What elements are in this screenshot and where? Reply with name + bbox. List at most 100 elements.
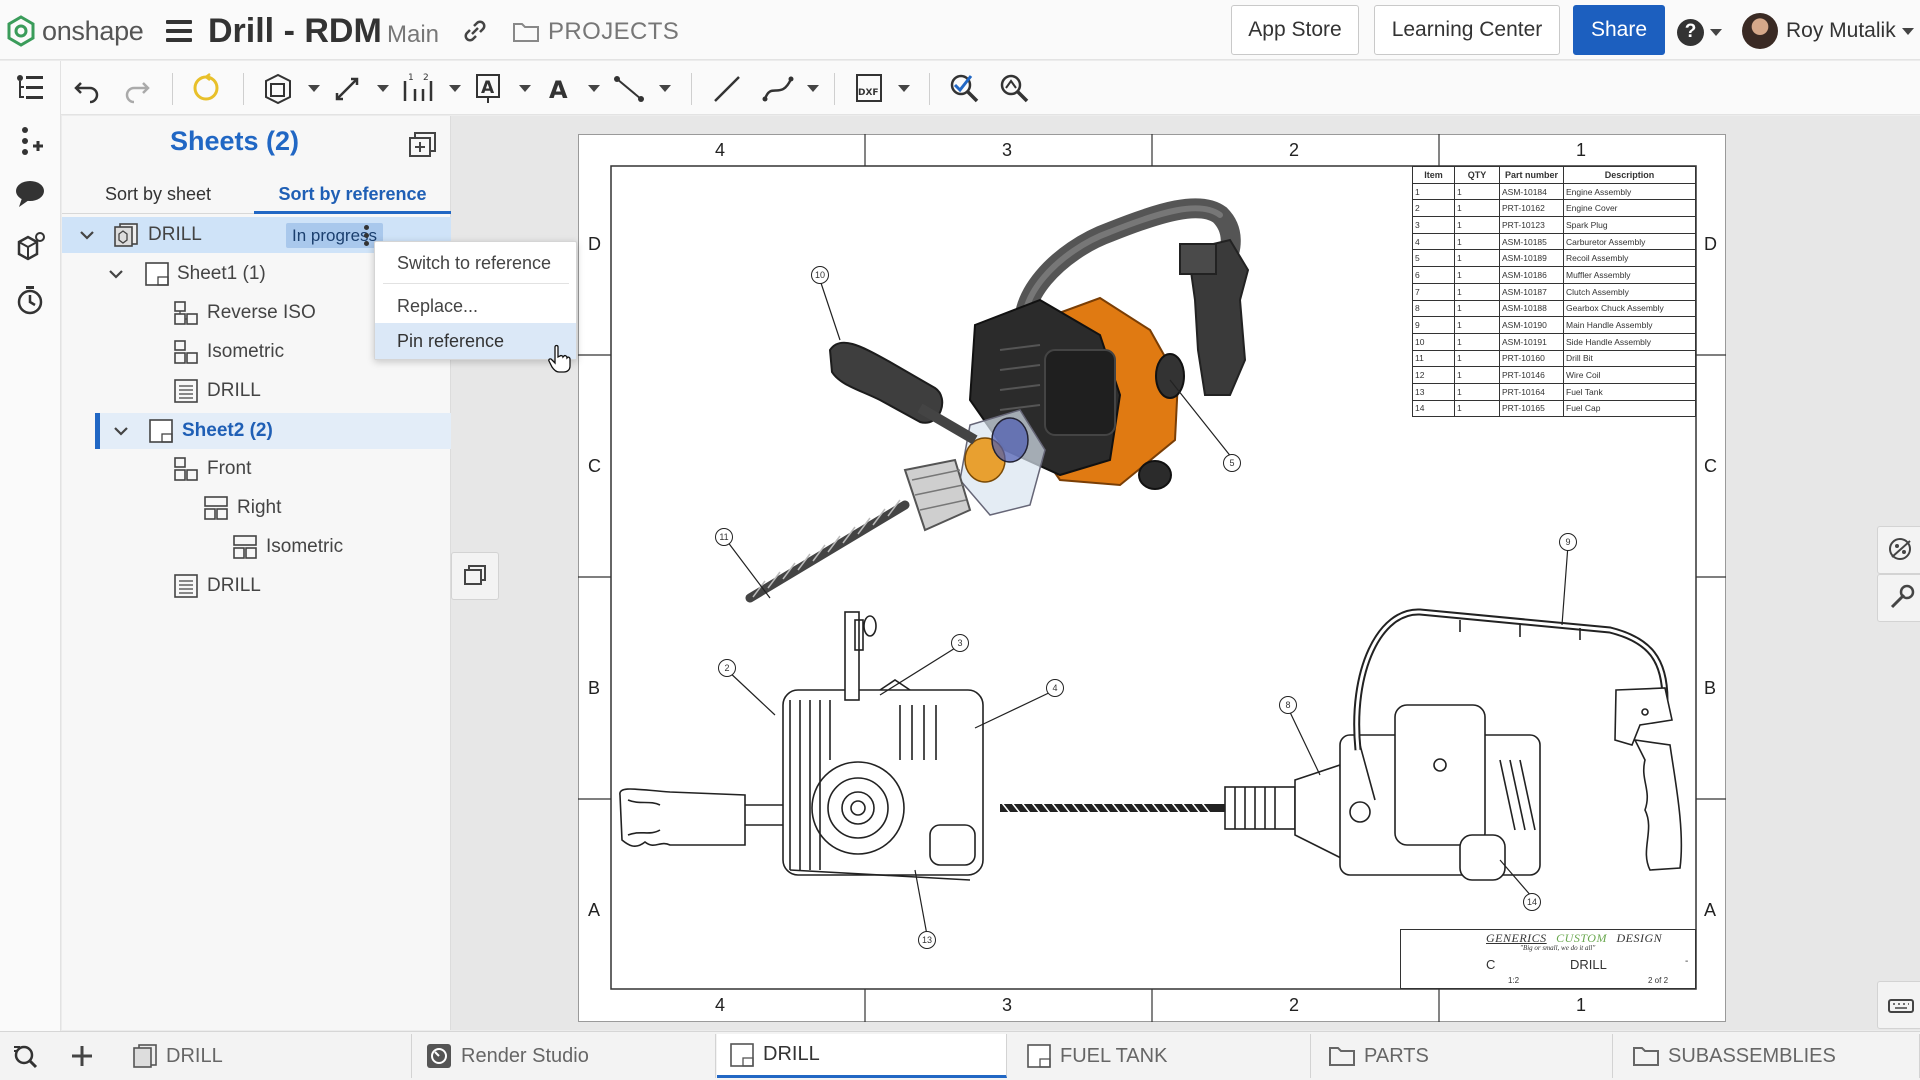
- balloon-callout[interactable]: 9: [1559, 533, 1577, 551]
- bom-row[interactable]: 1 1 ASM-10184 Engine Assembly: [1412, 182, 1696, 201]
- menu-item-pin-reference[interactable]: Pin reference: [375, 323, 576, 359]
- chevron-down-icon[interactable]: [107, 268, 125, 280]
- update-icon[interactable]: [189, 71, 223, 105]
- document-title[interactable]: Drill - RDM: [208, 12, 382, 51]
- view-icon: [204, 496, 228, 520]
- main-menu-icon[interactable]: [166, 20, 192, 42]
- tab-subassemblies-folder[interactable]: SUBASSEMBLIES: [1620, 1034, 1920, 1078]
- feature-list-icon[interactable]: [13, 71, 47, 105]
- zone-label-side: A: [588, 900, 601, 920]
- history-icon[interactable]: [13, 283, 47, 317]
- spline-icon[interactable]: [761, 71, 795, 105]
- bom-cell: 4: [1412, 232, 1455, 251]
- balloon-callout[interactable]: 3: [951, 634, 969, 652]
- bom-row[interactable]: 7 1 ASM-10187 Clutch Assembly: [1412, 282, 1696, 301]
- bom-row[interactable]: 9 1 ASM-10190 Main Handle Assembly: [1412, 316, 1696, 334]
- chevron-down-icon[interactable]: [377, 85, 389, 92]
- tab-drill-drawing[interactable]: DRILL: [717, 1034, 1007, 1078]
- dimension-icon[interactable]: 12: [401, 71, 435, 105]
- chevron-down-icon[interactable]: [659, 85, 671, 92]
- tree-item-sheet2[interactable]: Sheet2 (2): [95, 413, 451, 449]
- sheets-toggle-button[interactable]: [451, 552, 499, 600]
- bom-row[interactable]: 14 1 PRT-10165 Fuel Cap: [1412, 399, 1696, 418]
- bom-table[interactable]: Item QTY Part number Description 1 1 ASM-1…: [1412, 166, 1696, 418]
- chevron-down-icon[interactable]: [588, 85, 600, 92]
- zone-label-bottom: 3: [1002, 995, 1013, 1015]
- bom-row[interactable]: 10 1 ASM-10191 Side Handle Assembly: [1412, 332, 1696, 351]
- redo-icon[interactable]: [123, 71, 151, 105]
- learning-center-button[interactable]: Learning Center: [1374, 5, 1560, 55]
- chevron-down-icon[interactable]: [78, 229, 96, 241]
- tree-item-view-isometric[interactable]: Isometric: [62, 529, 451, 565]
- bom-row[interactable]: 2 1 PRT-10162 Engine Cover: [1412, 199, 1696, 218]
- chevron-down-icon[interactable]: [898, 85, 910, 92]
- balloon-callout[interactable]: 11: [715, 528, 733, 546]
- balloon-callout[interactable]: 4: [1046, 679, 1064, 697]
- bom-row[interactable]: 12 1 PRT-10146 Wire Coil: [1412, 366, 1696, 384]
- menu-item-switch-to-reference[interactable]: Switch to reference: [375, 245, 576, 281]
- chevron-down-icon[interactable]: [807, 85, 819, 92]
- bom-row[interactable]: 3 1 PRT-10123 Spark Plug: [1412, 216, 1696, 234]
- chevron-down-icon[interactable]: [308, 85, 320, 92]
- more-options-icon[interactable]: [364, 225, 370, 247]
- tab-render-studio[interactable]: Render Studio: [413, 1034, 716, 1078]
- annotation-icon[interactable]: A: [473, 71, 503, 105]
- add-sheet-icon[interactable]: [407, 130, 439, 160]
- tree-item-bom-table[interactable]: DRILL: [62, 568, 451, 604]
- insert-view-icon[interactable]: [261, 71, 295, 105]
- menu-item-replace[interactable]: Replace...: [375, 288, 576, 324]
- text-icon[interactable]: A: [546, 71, 572, 105]
- bom-row[interactable]: 4 1 ASM-10185 Carburetor Assembly: [1412, 232, 1696, 251]
- parts-icon[interactable]: [13, 230, 47, 264]
- tab-fuel-tank[interactable]: FUEL TANK: [1014, 1034, 1311, 1078]
- tree-item-view-front[interactable]: Front: [62, 451, 451, 487]
- tree-item-view-right[interactable]: Right: [62, 490, 451, 526]
- app-store-button[interactable]: App Store: [1231, 5, 1359, 55]
- add-tab-icon[interactable]: [70, 1044, 94, 1068]
- onshape-logo[interactable]: onshape: [6, 15, 144, 47]
- balloon-callout[interactable]: 13: [918, 931, 936, 949]
- keyboard-shortcuts-button[interactable]: [1877, 981, 1920, 1029]
- user-menu[interactable]: Roy Mutalik: [1742, 13, 1914, 49]
- tools-button[interactable]: [1877, 574, 1920, 622]
- tree-item-bom-table[interactable]: DRILL: [62, 373, 451, 409]
- bom-row[interactable]: 5 1 ASM-10189 Recoil Assembly: [1412, 249, 1696, 268]
- dxf-export-icon[interactable]: DXF: [853, 71, 885, 105]
- undo-icon[interactable]: [73, 71, 101, 105]
- line-icon[interactable]: [711, 71, 743, 105]
- check-inspect-icon[interactable]: [947, 71, 981, 105]
- projects-link[interactable]: PROJECTS: [512, 18, 679, 46]
- tree-item-label: Isometric: [266, 536, 344, 557]
- link-icon[interactable]: [461, 18, 489, 44]
- projected-view-icon[interactable]: [333, 71, 363, 105]
- share-button[interactable]: Share: [1573, 5, 1665, 55]
- chevron-down-icon[interactable]: [112, 425, 130, 437]
- tab-parts-folder[interactable]: PARTS: [1316, 1034, 1613, 1078]
- appearance-button[interactable]: [1877, 526, 1920, 574]
- bom-cell: 1: [1454, 282, 1500, 301]
- bom-row[interactable]: 11 1 PRT-10160 Drill Bit: [1412, 349, 1696, 368]
- chevron-down-icon[interactable]: [519, 85, 531, 92]
- view-icon: [174, 457, 198, 481]
- balloon-callout[interactable]: 8: [1279, 696, 1297, 714]
- chevron-down-icon[interactable]: [449, 85, 461, 92]
- tab-manager-icon[interactable]: [12, 1043, 44, 1069]
- bom-cell: 7: [1412, 282, 1455, 301]
- balloon-callout[interactable]: 14: [1523, 893, 1541, 911]
- help-menu[interactable]: ?: [1677, 17, 1729, 47]
- bom-cell: 1: [1454, 299, 1500, 318]
- leader-icon[interactable]: [613, 71, 645, 105]
- bom-row[interactable]: 8 1 ASM-10188 Gearbox Chuck Assembly: [1412, 299, 1696, 318]
- tab-drill-assembly[interactable]: DRILL: [120, 1034, 412, 1078]
- branch-name[interactable]: Main: [387, 21, 439, 49]
- comments-icon[interactable]: [13, 177, 47, 211]
- bom-row[interactable]: 6 1 ASM-10186 Muffler Assembly: [1412, 266, 1696, 284]
- tab-sort-by-sheet[interactable]: Sort by sheet: [62, 174, 254, 214]
- inspect-tool-icon[interactable]: [997, 71, 1031, 105]
- balloon-callout[interactable]: 2: [718, 659, 736, 677]
- balloon-callout[interactable]: 5: [1223, 454, 1241, 472]
- balloon-callout[interactable]: 10: [811, 266, 829, 284]
- instances-icon[interactable]: [13, 124, 47, 158]
- tab-sort-by-reference[interactable]: Sort by reference: [254, 174, 451, 214]
- bom-row[interactable]: 13 1 PRT-10164 Fuel Tank: [1412, 382, 1696, 401]
